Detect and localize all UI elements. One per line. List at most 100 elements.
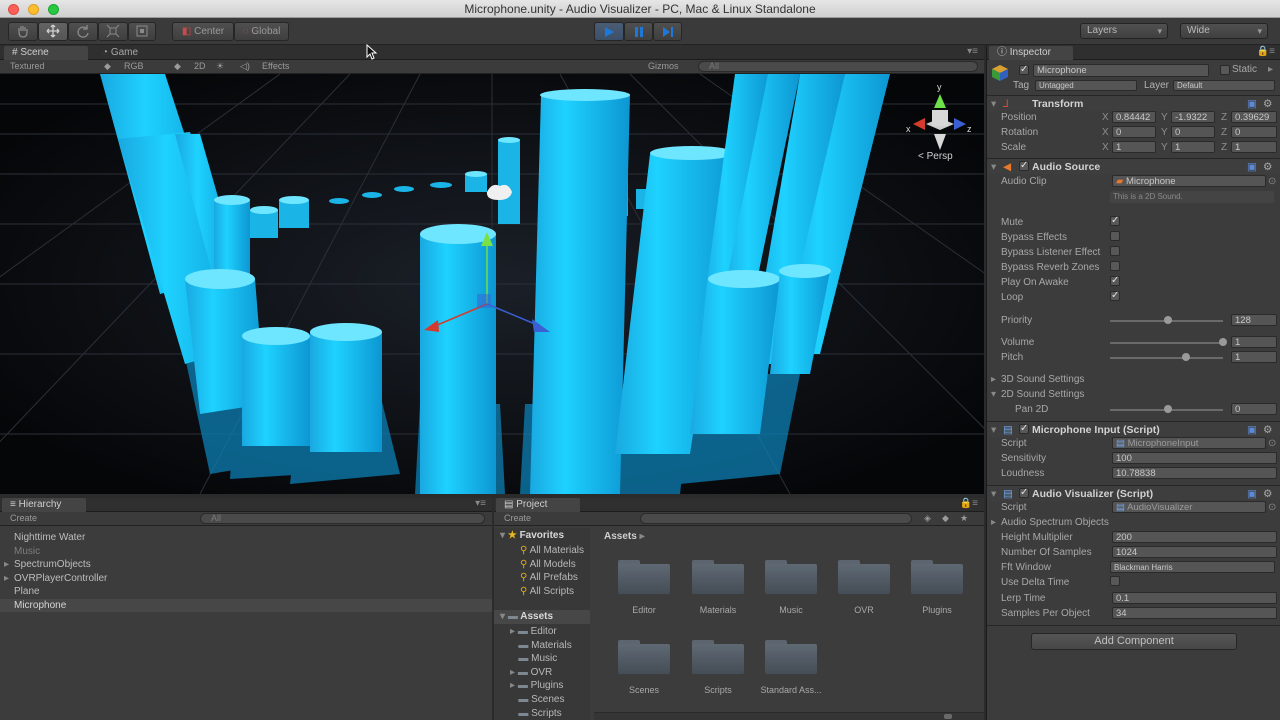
- hierarchy-item-spectrumobjects[interactable]: ▸ SpectrumObjects: [0, 558, 492, 572]
- volume-slider-track[interactable]: [1110, 342, 1223, 344]
- lerp-time-field[interactable]: 0.1: [1112, 592, 1277, 604]
- scale-x-field[interactable]: 1: [1112, 141, 1156, 153]
- scene-lighting-icon[interactable]: ☀: [216, 60, 224, 72]
- step-button[interactable]: [653, 22, 682, 41]
- hierarchy-menu-icon[interactable]: ▾≡: [475, 498, 486, 509]
- favorite-item[interactable]: ⚲ All Models: [520, 558, 586, 572]
- mic-input-enabled-checkbox[interactable]: [1019, 423, 1029, 435]
- asset-tree-item[interactable]: ▬ Scenes: [510, 693, 572, 707]
- perspective-label[interactable]: < Persp: [918, 151, 953, 162]
- asset-folder[interactable]: Materials: [678, 556, 758, 618]
- space-toggle-button[interactable]: ◌ Global: [234, 22, 289, 41]
- collapse-arrow-icon[interactable]: ▾: [991, 387, 996, 402]
- effects-dropdown[interactable]: Effects: [262, 60, 289, 72]
- mode-2d-toggle[interactable]: 2D: [194, 60, 206, 72]
- favorites-header[interactable]: ▾ ★ Favorites: [500, 530, 564, 541]
- spectrum-objects-foldout[interactable]: ▸ Audio Spectrum Objects: [987, 515, 1280, 530]
- bypass-listener-checkbox[interactable]: [1110, 246, 1120, 256]
- project-search-input[interactable]: [640, 513, 912, 524]
- scene-search-input[interactable]: All: [698, 61, 978, 72]
- hierarchy-search-input[interactable]: All: [200, 513, 485, 524]
- loop-checkbox[interactable]: [1110, 290, 1120, 302]
- favorite-item[interactable]: ⚲ All Prefabs: [520, 571, 586, 585]
- asset-folder[interactable]: Plugins: [897, 556, 977, 618]
- asset-tree-item[interactable]: ▸ ▬ Plugins: [510, 679, 572, 693]
- filter-type-icon[interactable]: ◈: [924, 512, 931, 524]
- object-picker-icon[interactable]: ⊙: [1268, 500, 1276, 515]
- scene-viewport[interactable]: y x z < Persp: [0, 74, 984, 494]
- rect-tool-button[interactable]: [128, 22, 156, 41]
- num-samples-field[interactable]: 1024: [1112, 546, 1277, 558]
- tab-game[interactable]: ◔ Game: [94, 46, 178, 60]
- mic-script-field[interactable]: ▤ MicrophoneInput: [1112, 437, 1266, 449]
- asset-tree-item[interactable]: ▬ Scripts: [510, 707, 572, 720]
- icon-size-slider[interactable]: [944, 714, 952, 719]
- priority-slider-knob[interactable]: [1164, 316, 1172, 324]
- favorite-item[interactable]: ⚲ All Materials: [520, 544, 586, 558]
- scale-y-field[interactable]: 1: [1171, 141, 1215, 153]
- volume-slider-knob[interactable]: [1219, 338, 1227, 346]
- project-create-dropdown[interactable]: Create: [504, 512, 531, 524]
- hierarchy-item-nighttime-water[interactable]: Nighttime Water: [0, 531, 492, 545]
- transform-component-header[interactable]: ▾ ⅃ Transform ▣ ⚙: [987, 95, 1280, 111]
- add-component-button[interactable]: Add Component: [1031, 633, 1237, 650]
- component-gear-icon[interactable]: ⚙: [1263, 159, 1272, 175]
- static-checkbox[interactable]: [1220, 65, 1230, 75]
- play-on-awake-checkbox[interactable]: [1110, 275, 1120, 287]
- gizmos-dropdown[interactable]: Gizmos: [648, 60, 679, 72]
- visualizer-script-field[interactable]: ▤ AudioVisualizer: [1112, 501, 1266, 513]
- hand-tool-button[interactable]: [8, 22, 38, 41]
- rotation-y-field[interactable]: 0: [1171, 126, 1215, 138]
- bypass-reverb-checkbox[interactable]: [1110, 261, 1120, 271]
- rotate-tool-button[interactable]: [68, 22, 98, 41]
- pan-field[interactable]: 0: [1231, 403, 1277, 415]
- component-help-icon[interactable]: ▣: [1247, 159, 1257, 175]
- bypass-effects-checkbox[interactable]: [1110, 231, 1120, 241]
- loudness-field[interactable]: 10.78838: [1112, 467, 1277, 479]
- samples-per-object-field[interactable]: 34: [1112, 607, 1277, 619]
- close-window-button[interactable]: [8, 4, 19, 15]
- hierarchy-item-ovrplayercontroller[interactable]: ▸ OVRPlayerController: [0, 572, 492, 586]
- asset-tree-item[interactable]: ▸ ▬ Editor: [510, 625, 572, 639]
- asset-folder[interactable]: Editor: [604, 556, 684, 618]
- gameobject-name-field[interactable]: Microphone: [1033, 64, 1209, 77]
- move-tool-button[interactable]: [38, 22, 68, 41]
- tab-project[interactable]: ▤ Project: [496, 498, 580, 512]
- pitch-field[interactable]: 1: [1231, 351, 1277, 363]
- rotation-z-field[interactable]: 0: [1231, 126, 1277, 138]
- asset-tree-item[interactable]: ▸ ▬ OVR: [510, 666, 572, 680]
- scale-tool-button[interactable]: [98, 22, 128, 41]
- position-x-field[interactable]: 0.84442: [1112, 111, 1156, 123]
- play-button[interactable]: [594, 22, 624, 41]
- pause-button[interactable]: [624, 22, 653, 41]
- layout-dropdown[interactable]: Wide: [1180, 23, 1268, 39]
- hierarchy-item-music[interactable]: Music: [0, 545, 492, 559]
- scene-audio-icon[interactable]: ◁): [240, 60, 250, 72]
- position-y-field[interactable]: -1.9322: [1171, 111, 1215, 123]
- favorite-item[interactable]: ⚲ All Scripts: [520, 585, 586, 599]
- asset-tree-item[interactable]: ▬ Materials: [510, 639, 571, 653]
- priority-field[interactable]: 128: [1231, 314, 1277, 326]
- inspector-menu-icon[interactable]: 🔒≡: [1257, 46, 1275, 57]
- fft-window-dropdown[interactable]: Blackman Harris: [1110, 561, 1275, 573]
- audio-source-enabled-checkbox[interactable]: [1019, 160, 1029, 172]
- audio-clip-field[interactable]: ▰ Microphone: [1112, 175, 1266, 187]
- tag-dropdown[interactable]: Untagged: [1035, 80, 1137, 91]
- asset-tree-item[interactable]: ▬ Music: [510, 652, 572, 666]
- 3d-sound-settings-foldout[interactable]: ▸ 3D Sound Settings: [987, 372, 1280, 387]
- audio-source-component-header[interactable]: ▾ ◀ Audio Source ▣ ⚙: [987, 158, 1280, 174]
- visualizer-component-header[interactable]: ▾ ▤ Audio Visualizer (Script) ▣ ⚙: [987, 485, 1280, 501]
- collapse-arrow-icon[interactable]: ▾: [991, 159, 996, 175]
- tab-scene[interactable]: # Scene: [4, 46, 88, 60]
- layer-dropdown[interactable]: Default: [1173, 80, 1275, 91]
- object-picker-icon[interactable]: ⊙: [1268, 174, 1276, 189]
- rotation-x-field[interactable]: 0: [1112, 126, 1156, 138]
- pitch-slider-track[interactable]: [1110, 357, 1223, 359]
- pitch-slider-knob[interactable]: [1182, 353, 1190, 361]
- volume-field[interactable]: 1: [1231, 336, 1277, 348]
- scene-panel-menu-icon[interactable]: ▾≡: [967, 46, 978, 57]
- pivot-toggle-button[interactable]: ◧ Center: [172, 22, 234, 41]
- visualizer-enabled-checkbox[interactable]: [1019, 487, 1029, 499]
- asset-folder[interactable]: Scripts: [678, 636, 758, 698]
- position-z-field[interactable]: 0.39629: [1231, 111, 1277, 123]
